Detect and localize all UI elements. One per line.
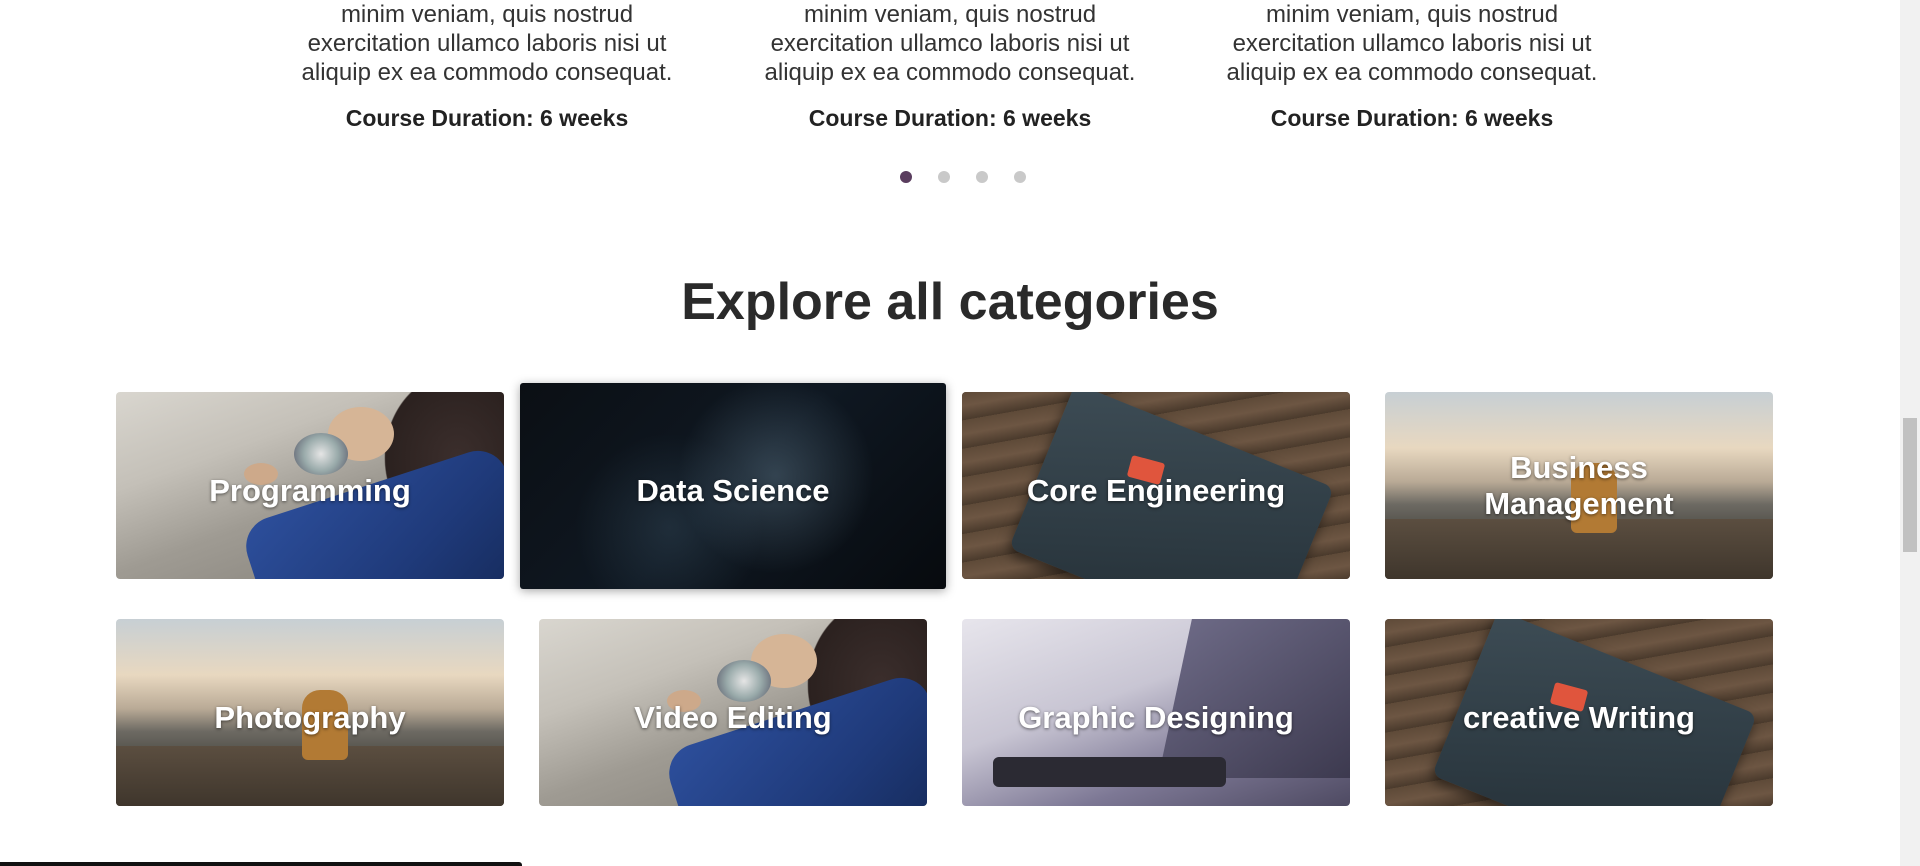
- category-label: Data Science: [636, 473, 830, 508]
- category-tile-programming[interactable]: Programming: [116, 392, 504, 579]
- scrollbar-thumb[interactable]: [1903, 418, 1917, 552]
- course-description-line: minim veniam, quis nostrud: [1265, 1, 1559, 28]
- bottom-bar: [0, 862, 522, 866]
- category-label: Video Editing: [634, 699, 832, 735]
- category-tile-business-management[interactable]: Business Management: [1385, 392, 1773, 579]
- carousel-pagination: [900, 171, 1052, 183]
- categories-section-title: Explore all categories: [681, 273, 1219, 331]
- category-label: Programming: [209, 472, 411, 508]
- category-label-line: Business: [1510, 449, 1648, 485]
- carousel-dot-3[interactable]: [976, 171, 988, 183]
- course-duration: Course Duration: 6 weeks: [808, 105, 1092, 131]
- course-description-line: aliquip ex ea commodo consequat.: [764, 59, 1136, 86]
- course-description-line: minim veniam, quis nostrud: [340, 1, 634, 28]
- course-description-line: exercitation ullamco laboris nisi ut: [770, 30, 1130, 57]
- category-label: Graphic Designing: [1018, 699, 1294, 735]
- category-label: creative Writing: [1462, 699, 1695, 735]
- carousel-dot-4[interactable]: [1014, 171, 1026, 183]
- category-tile-photography[interactable]: Photography: [116, 619, 504, 806]
- category-tile-video-editing[interactable]: Video Editing: [539, 619, 927, 806]
- category-tile-creative-writing[interactable]: creative Writing: [1385, 619, 1773, 806]
- course-description-line: minim veniam, quis nostrud: [803, 1, 1097, 28]
- course-description-line: exercitation ullamco laboris nisi ut: [1232, 30, 1592, 57]
- category-tile-graphic-designing[interactable]: Graphic Designing: [962, 619, 1350, 806]
- course-card[interactable]: minim veniam, quis nostrud exercitation …: [750, 0, 1150, 132]
- course-card[interactable]: minim veniam, quis nostrud exercitation …: [287, 0, 687, 132]
- page-scrollbar[interactable]: [1900, 0, 1920, 866]
- course-description: minim veniam, quis nostrud exercitation …: [287, 0, 687, 87]
- category-label: Business Management: [1464, 450, 1693, 522]
- carousel-dot-2[interactable]: [938, 171, 950, 183]
- category-tile-data-science[interactable]: Data Science: [520, 383, 946, 589]
- course-description: minim veniam, quis nostrud exercitation …: [1212, 0, 1612, 87]
- category-tile-core-engineering[interactable]: Core Engineering: [962, 392, 1350, 579]
- course-description-line: aliquip ex ea commodo consequat.: [1226, 59, 1598, 86]
- course-description-line: exercitation ullamco laboris nisi ut: [307, 30, 667, 57]
- category-label: Photography: [214, 699, 406, 735]
- course-card[interactable]: minim veniam, quis nostrud exercitation …: [1212, 0, 1612, 132]
- category-label-line: Management: [1484, 485, 1674, 521]
- course-description-line: aliquip ex ea commodo consequat.: [301, 59, 673, 86]
- page: minim veniam, quis nostrud exercitation …: [0, 0, 1920, 866]
- course-duration: Course Duration: 6 weeks: [345, 105, 629, 131]
- course-duration: Course Duration: 6 weeks: [1270, 105, 1554, 131]
- category-label: Core Engineering: [1026, 472, 1286, 508]
- carousel-dot-1[interactable]: [900, 171, 912, 183]
- course-description: minim veniam, quis nostrud exercitation …: [750, 0, 1150, 87]
